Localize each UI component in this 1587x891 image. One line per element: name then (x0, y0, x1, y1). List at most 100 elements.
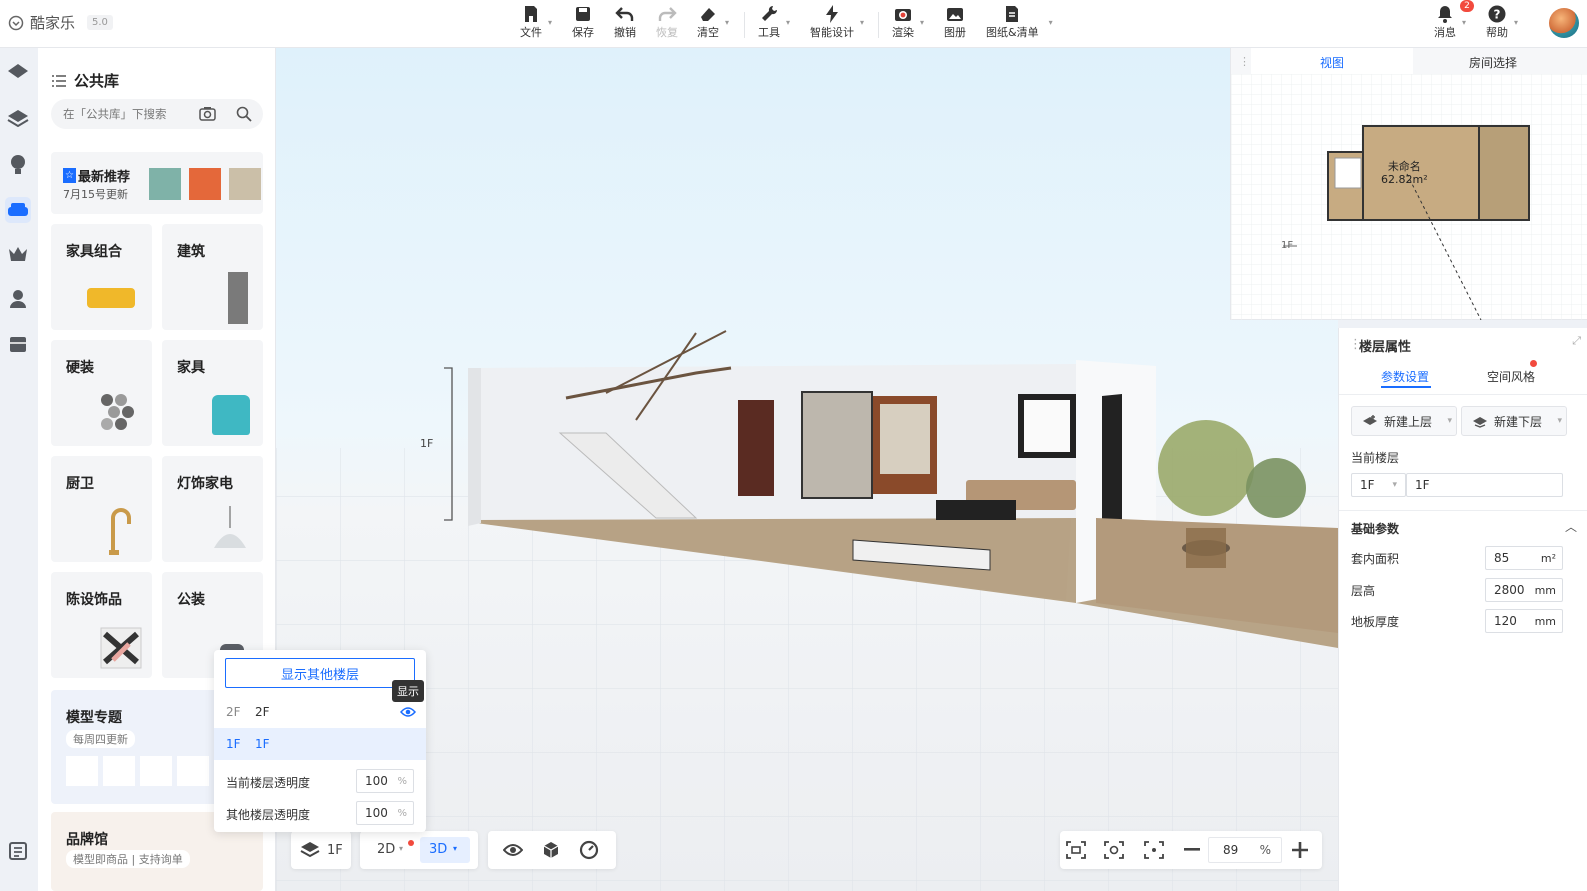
tab-view[interactable]: 视图 (1320, 54, 1344, 71)
zoom-out-icon[interactable] (1184, 848, 1200, 852)
floorplan-icon[interactable] (5, 58, 31, 84)
area-input[interactable]: 85 m² (1485, 546, 1563, 570)
user-avatar[interactable] (1549, 8, 1579, 38)
category-furniture[interactable]: 家具 (162, 340, 263, 446)
tools-button[interactable]: 工具 ▾ (758, 4, 790, 40)
star-badge-icon: ☆ (63, 168, 76, 183)
pendant-lamp-thumbnail (214, 506, 246, 548)
mode-3d-label: 3D (429, 842, 448, 857)
topic-thumb (103, 756, 135, 786)
smart-design-button[interactable]: 智能设计 ▾ (810, 4, 864, 40)
floor-name: 2F (255, 705, 270, 719)
other-opacity-input[interactable]: 100% (356, 801, 414, 825)
fit-selection-icon[interactable] (1104, 841, 1124, 859)
fit-view-icon[interactable] (1066, 841, 1086, 859)
focus-icon[interactable] (1144, 841, 1164, 859)
zoom-value: 89 (1223, 843, 1239, 857)
user-icon[interactable] (5, 286, 31, 312)
tools-label: 工具 (758, 26, 780, 39)
redo-button[interactable]: 恢复 (656, 4, 678, 40)
save-button[interactable]: 保存 (572, 4, 594, 40)
area-unit: m² (1540, 551, 1556, 565)
album-button[interactable]: 图册 (944, 4, 966, 40)
floor-switch[interactable]: 1F (291, 831, 351, 869)
messages-button[interactable]: 消息 ▾ (1434, 4, 1466, 40)
minimap-floor-marker: 1F (1281, 240, 1294, 251)
category-lighting-appliance[interactable]: 灯饰家电 (162, 456, 263, 562)
search-icon[interactable] (236, 106, 252, 122)
cube-icon[interactable] (541, 840, 561, 860)
room-name: 未命名 (1387, 160, 1421, 173)
floor-row-2f[interactable]: 2F 2F (214, 696, 426, 728)
floor-row-1f[interactable]: 1F 1F (214, 728, 426, 760)
category-kitchen-bath[interactable]: 厨卫 (51, 456, 152, 562)
top-toolbar: 酷家乐 5.0 文件 ▾ 保存 撤销 恢复 清空 ▾ 工具 ▾ 智能设计 ▾ 渲染 ▾ 图… (0, 0, 1587, 48)
zoom-in-icon[interactable] (1292, 842, 1308, 858)
expand-icon[interactable]: ⤢ (1572, 334, 1581, 348)
tab-space-style[interactable]: 空间风格 (1487, 368, 1535, 385)
mode-2d-button[interactable]: 2D (377, 842, 395, 857)
layers-icon[interactable] (5, 105, 31, 131)
help-button[interactable]: ? 帮助 ▾ (1486, 4, 1518, 40)
library-header: 公共库 (52, 70, 119, 91)
recommend-subtitle: 7月15号更新 (63, 188, 128, 201)
height-unit: mm (1534, 583, 1556, 597)
category-architecture[interactable]: 建筑 (162, 224, 263, 330)
eye-icon[interactable] (503, 843, 523, 857)
app-name: 酷家乐 (30, 14, 76, 32)
render-button[interactable]: 渲染 ▾ (892, 4, 924, 40)
current-floor: 1F (327, 842, 343, 858)
show-other-floors-button[interactable]: 显示其他楼层 (225, 658, 415, 688)
zoom-input[interactable]: 89 % (1208, 837, 1282, 863)
topic-thumb (66, 756, 98, 786)
brand-subtitle: 模型即商品 | 支持询单 (66, 850, 190, 868)
room-label[interactable]: 未命名 62.82m² (1381, 160, 1428, 186)
new-lower-floor-button[interactable]: 新建下层 ▾ (1461, 406, 1567, 436)
category-hardcover[interactable]: 硬装 (51, 340, 152, 446)
crown-icon[interactable] (5, 241, 31, 267)
library-search-input[interactable]: 在「公共库」下搜索 (51, 99, 263, 129)
bell-icon (1438, 6, 1452, 23)
thickness-input[interactable]: 120 mm (1485, 609, 1563, 633)
room-area: 62.82m² (1381, 173, 1428, 186)
drawings-label: 图纸&清单 (986, 26, 1039, 39)
tab-room-select[interactable]: 房间选择 (1469, 54, 1517, 71)
3d-viewport[interactable]: 1F (276, 48, 1338, 891)
redo-icon (658, 7, 677, 21)
lightbulb-icon[interactable] (5, 152, 31, 178)
category-label: 硬装 (66, 360, 94, 376)
height-input[interactable]: 2800 mm (1485, 578, 1563, 602)
recommend-card[interactable]: ☆ 最新推荐 7月15号更新 (51, 152, 263, 214)
toolbar-divider (878, 12, 879, 38)
collapse-icon[interactable]: ︿ (1565, 518, 1577, 535)
eraser-icon (701, 8, 715, 21)
new-upper-floor-button[interactable]: 新建上层 ▾ (1351, 406, 1457, 436)
category-decor[interactable]: 陈设饰品 (51, 572, 152, 678)
app-version: 5.0 (87, 15, 113, 30)
floor-properties-panel: ⋮ 楼层属性 ⤢ 参数设置 空间风格 新建上层 ▾ 新建下层 ▾ 当前楼层 1F ▾ … (1338, 328, 1587, 891)
undo-button[interactable]: 撤销 (614, 4, 636, 40)
floor-code-select[interactable]: 1F ▾ (1351, 473, 1406, 497)
gauge-icon[interactable] (579, 840, 599, 860)
area-value: 85 (1494, 551, 1510, 565)
file-button[interactable]: 文件 ▾ (520, 4, 552, 40)
list-panel-icon[interactable] (5, 838, 31, 864)
left-rail (0, 48, 38, 891)
drag-handle-icon[interactable]: ⋮ (1239, 55, 1250, 68)
eye-icon[interactable] (400, 706, 416, 718)
category-furniture-set[interactable]: 家具组合 (51, 224, 152, 330)
view-tools (488, 831, 616, 869)
mode-3d-button[interactable]: 3D ▾ (420, 837, 470, 863)
height-value: 2800 (1494, 583, 1525, 597)
cabinet-icon[interactable] (5, 331, 31, 357)
tab-params[interactable]: 参数设置 (1381, 368, 1429, 385)
list-icon[interactable] (52, 74, 66, 87)
app-logo[interactable]: 酷家乐 5.0 (8, 12, 113, 33)
sofa-icon[interactable] (5, 197, 31, 223)
drawings-button[interactable]: 图纸&清单 ▾ (986, 4, 1053, 40)
floor-name-input[interactable]: 1F (1406, 473, 1563, 497)
category-label: 公装 (177, 592, 205, 608)
clear-button[interactable]: 清空 ▾ (697, 4, 729, 40)
current-opacity-input[interactable]: 100% (356, 769, 414, 793)
camera-search-icon[interactable] (199, 106, 216, 121)
